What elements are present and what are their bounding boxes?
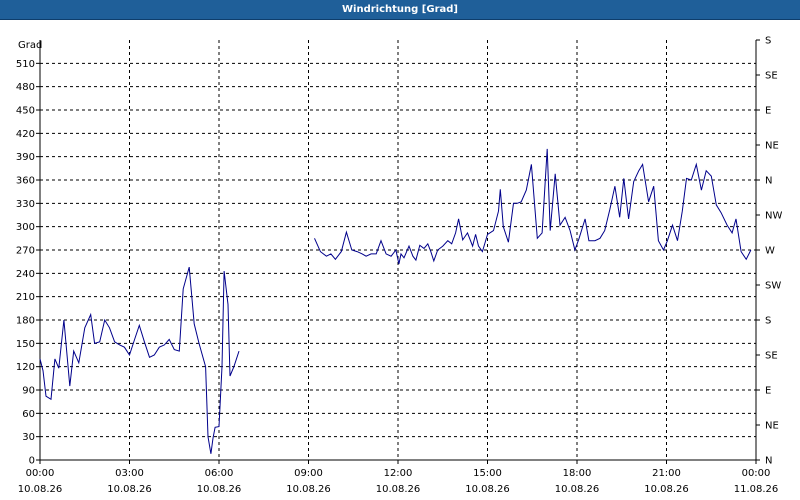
y-tick-label: 90: [22, 386, 35, 397]
x-tick-date: 10.08.26: [18, 484, 63, 495]
right-axis-label: SE: [765, 351, 778, 362]
right-axis-label: N: [765, 456, 772, 467]
window-title: Windrichtung [Grad]: [0, 0, 800, 20]
x-tick-time: 15:00: [473, 468, 502, 479]
right-axis-label: S: [765, 316, 771, 327]
y-tick-label: 480: [16, 82, 35, 93]
y-tick-label: 30: [22, 432, 35, 443]
y-axis-label: Grad: [18, 40, 42, 51]
right-axis-label: W: [765, 246, 775, 257]
right-axis-label: SE: [765, 71, 778, 82]
right-axis-label: NE: [765, 421, 779, 432]
y-tick-label: 390: [16, 152, 35, 163]
wind-direction-chart: Grad 0 30 60 90 120 150 180 210 240 270 300 330 360 3…: [0, 20, 800, 500]
right-axis-label: SW: [765, 281, 781, 292]
y-tick-label: 270: [16, 246, 35, 257]
x-tick-time: 00:00: [26, 468, 55, 479]
right-axis-label: E: [765, 106, 771, 117]
right-axis-label: NW: [765, 211, 782, 222]
right-axis-label: S: [765, 36, 771, 47]
x-tick-time: 18:00: [563, 468, 592, 479]
x-tick-date: 10.08.26: [644, 484, 689, 495]
x-tick-date: 10.08.26: [465, 484, 510, 495]
x-tick-date: 10.08.26: [555, 484, 600, 495]
x-tick-time: 09:00: [294, 468, 323, 479]
x-tick-date: 11.08.26: [734, 484, 779, 495]
x-tick-time: 03:00: [115, 468, 144, 479]
x-tick-date: 10.08.26: [376, 484, 421, 495]
y-tick-label: 330: [16, 199, 35, 210]
y-tick-label: 150: [16, 339, 35, 350]
x-tick-time: 06:00: [205, 468, 234, 479]
y-tick-label: 240: [16, 269, 35, 280]
y-tick-label: 360: [16, 176, 35, 187]
x-tick-date: 10.08.26: [197, 484, 242, 495]
x-tick-time: 00:00: [742, 468, 771, 479]
y-tick-label: 180: [16, 316, 35, 327]
y-tick-label: 60: [22, 409, 35, 420]
x-tick-time: 12:00: [384, 468, 413, 479]
y-tick-label: 0: [29, 456, 35, 467]
right-axis-label: NE: [765, 141, 779, 152]
x-tick-date: 10.08.26: [107, 484, 152, 495]
y-tick-label: 510: [16, 59, 35, 70]
x-tick-time: 21:00: [652, 468, 681, 479]
right-axis-label: N: [765, 176, 772, 187]
right-axis-label: E: [765, 386, 771, 397]
y-tick-label: 420: [16, 129, 35, 140]
y-tick-label: 450: [16, 106, 35, 117]
x-tick-date: 10.08.26: [286, 484, 331, 495]
y-tick-label: 120: [16, 362, 35, 373]
y-tick-label: 210: [16, 292, 35, 303]
y-tick-label: 300: [16, 222, 35, 233]
